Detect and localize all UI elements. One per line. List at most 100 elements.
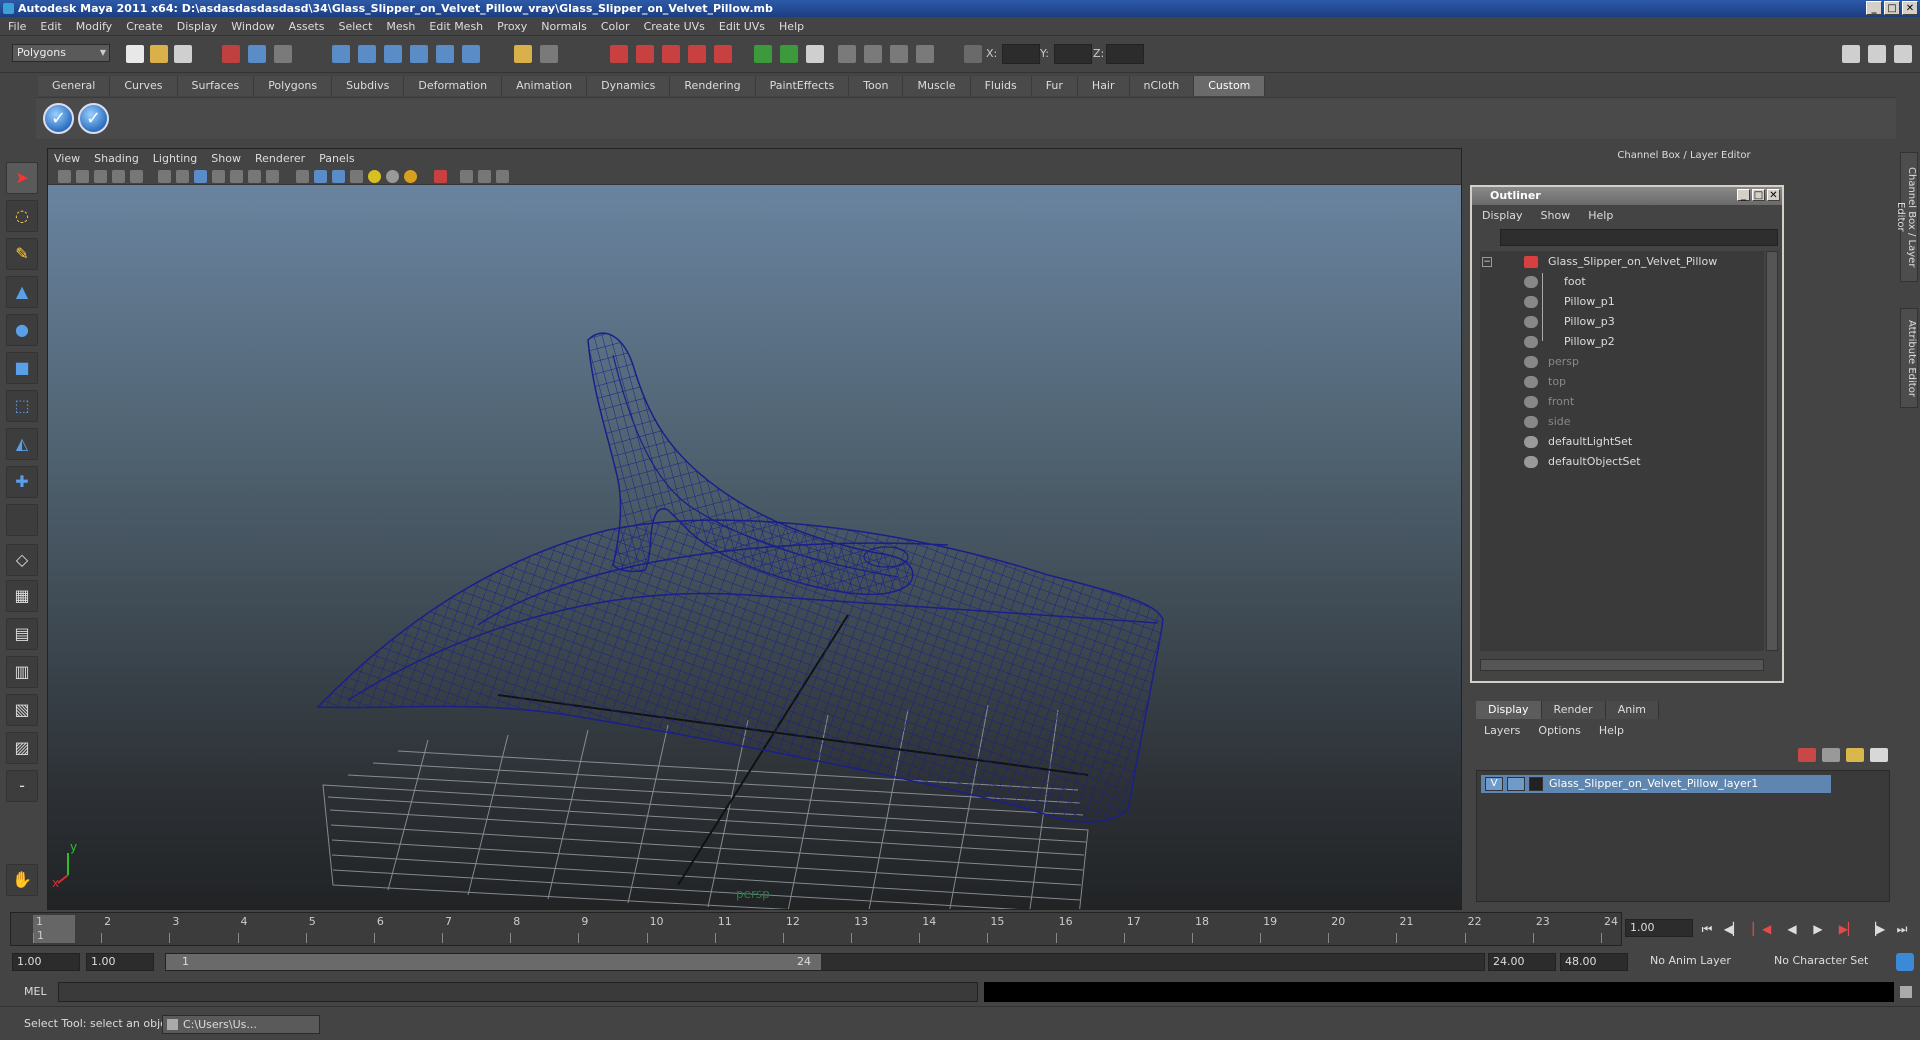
- show-hide-tool-settings-icon[interactable]: [780, 45, 798, 63]
- hardware-texturing-icon[interactable]: [404, 170, 417, 183]
- backface-culling-icon[interactable]: [496, 170, 509, 183]
- anim-layer-selector[interactable]: No Anim Layer: [1646, 953, 1758, 971]
- layout-hypershade-icon[interactable]: ▧: [6, 694, 38, 726]
- menu-help[interactable]: Help: [779, 20, 804, 33]
- outliner-menu-help[interactable]: Help: [1588, 209, 1613, 222]
- menu-edit[interactable]: Edit: [40, 20, 61, 33]
- menu-window[interactable]: Window: [231, 20, 274, 33]
- shelf-tab-animation[interactable]: Animation: [502, 76, 588, 96]
- outliner-menu-display[interactable]: Display: [1482, 209, 1523, 222]
- menu-modify[interactable]: Modify: [76, 20, 112, 33]
- layer-row[interactable]: V Glass_Slipper_on_Velvet_Pillow_layer1: [1481, 775, 1831, 793]
- animation-start-field[interactable]: 1.00: [12, 953, 80, 971]
- viewport-menu-view[interactable]: View: [54, 152, 80, 165]
- y-field[interactable]: [1054, 44, 1092, 64]
- select-by-hierarchy-icon[interactable]: [222, 45, 240, 63]
- layout-outliner-persp-icon[interactable]: ▤: [6, 618, 38, 650]
- snap-curve-icon[interactable]: [358, 45, 376, 63]
- menu-assets[interactable]: Assets: [289, 20, 325, 33]
- xray-joints-icon[interactable]: [478, 170, 491, 183]
- move-tool-icon[interactable]: ▲: [6, 276, 38, 308]
- shelf-tab-dynamics[interactable]: Dynamics: [587, 76, 671, 96]
- viewport-menu-shading[interactable]: Shading: [94, 152, 139, 165]
- snap-grid-icon[interactable]: [332, 45, 350, 63]
- auto-key-icon[interactable]: [1896, 953, 1914, 971]
- shelf-tab-polygons[interactable]: Polygons: [254, 76, 333, 96]
- layout-single-pane-icon[interactable]: ◇: [6, 544, 38, 576]
- layout-menu-icon[interactable]: -: [6, 770, 38, 802]
- outliner-item[interactable]: front: [1480, 393, 1760, 411]
- use-all-lights-icon[interactable]: [368, 170, 381, 183]
- snap-surface-icon[interactable]: [436, 45, 454, 63]
- layer-menu-help[interactable]: Help: [1599, 724, 1624, 737]
- channel-box-toggle-icon[interactable]: [806, 45, 824, 63]
- menu-create[interactable]: Create: [126, 20, 163, 33]
- isolate-select-icon[interactable]: [434, 170, 447, 183]
- collapse-toggle-icon[interactable]: −: [1482, 257, 1492, 267]
- grid-toggle-icon[interactable]: [890, 45, 908, 63]
- outliner-item[interactable]: − Glass_Slipper_on_Velvet_Pillow: [1480, 253, 1760, 271]
- step-forward-frame-icon[interactable]: ▕▶: [1866, 920, 1886, 938]
- layer-tab-render[interactable]: Render: [1541, 701, 1606, 719]
- range-slider-handle[interactable]: 1 24: [166, 954, 821, 970]
- shelf-tab-painteffects[interactable]: PaintEffects: [755, 76, 850, 96]
- layout-attribute-icon[interactable]: [1868, 45, 1886, 63]
- outliner-item[interactable]: Pillow_p1: [1480, 293, 1760, 311]
- show-hide-attribute-editor-icon[interactable]: [754, 45, 772, 63]
- gate-mask-icon[interactable]: [212, 170, 225, 183]
- layer-visibility-toggle[interactable]: V: [1485, 777, 1503, 791]
- soft-modification-icon[interactable]: ◭: [6, 428, 38, 460]
- menu-edit-uvs[interactable]: Edit UVs: [719, 20, 765, 33]
- layout-channel-box-icon[interactable]: [1894, 45, 1912, 63]
- film-gate-icon[interactable]: [176, 170, 189, 183]
- shelf-tab-general[interactable]: General: [38, 76, 111, 96]
- smooth-shade-icon[interactable]: [314, 170, 327, 183]
- minimize-button[interactable]: _: [1866, 1, 1882, 15]
- outliner-maximize-button[interactable]: □: [1752, 189, 1765, 201]
- outliner-item[interactable]: persp: [1480, 353, 1760, 371]
- ipr-render-icon[interactable]: [636, 45, 654, 63]
- transform-input-icon[interactable]: [964, 45, 982, 63]
- select-tool-icon[interactable]: ➤: [6, 162, 38, 194]
- outliner-close-button[interactable]: ✕: [1767, 189, 1780, 201]
- shelf-tab-hair[interactable]: Hair: [1077, 76, 1130, 96]
- step-forward-key-icon[interactable]: ▶▏: [1838, 920, 1858, 938]
- layer-menu-options[interactable]: Options: [1538, 724, 1580, 737]
- layer-tab-anim[interactable]: Anim: [1605, 701, 1659, 719]
- range-slider[interactable]: 1 24: [165, 953, 1485, 971]
- input-icon[interactable]: [540, 45, 558, 63]
- shelf-tab-custom[interactable]: Custom: [1194, 76, 1266, 96]
- camera-icon[interactable]: [838, 45, 856, 63]
- shelf-tab-rendering[interactable]: Rendering: [670, 76, 756, 96]
- render-settings-icon[interactable]: [662, 45, 680, 63]
- go-to-end-icon[interactable]: ⏭: [1892, 920, 1912, 938]
- menu-edit-mesh[interactable]: Edit Mesh: [429, 20, 483, 33]
- resolution-gate-icon[interactable]: [916, 45, 934, 63]
- layer-color-swatch[interactable]: [1529, 777, 1543, 791]
- side-tab-attribute-editor[interactable]: Attribute Editor: [1900, 308, 1918, 408]
- perspective-viewport[interactable]: View Shading Lighting Show Renderer Pane…: [47, 148, 1462, 910]
- image-plane-icon[interactable]: [864, 45, 882, 63]
- safe-action-icon[interactable]: [248, 170, 261, 183]
- minimized-window-button[interactable]: C:\Users\Us...: [162, 1015, 320, 1034]
- layer-tab-display[interactable]: Display: [1476, 701, 1542, 719]
- outliner-vertical-scrollbar[interactable]: [1766, 251, 1778, 651]
- lasso-tool-icon[interactable]: ◌: [6, 200, 38, 232]
- select-by-component-icon[interactable]: [274, 45, 292, 63]
- render-current-frame-icon[interactable]: [610, 45, 628, 63]
- time-slider[interactable]: 1 1 2 3 4 5 6 7 8 9 10 11 12 13 14 15 16 17 18 19 20 21 22 23 2…: [10, 912, 1622, 946]
- lock-icon[interactable]: [514, 45, 532, 63]
- shelf-tab-fluids[interactable]: Fluids: [970, 76, 1032, 96]
- layer-display-type-toggle[interactable]: [1507, 777, 1525, 791]
- snap-point-icon[interactable]: [384, 45, 402, 63]
- outliner-item[interactable]: Pillow_p3: [1480, 313, 1760, 331]
- command-input[interactable]: [58, 982, 978, 1002]
- create-layer-from-selected-icon[interactable]: [1870, 748, 1888, 762]
- grid-icon[interactable]: [158, 170, 171, 183]
- resolution-gate-toggle-icon[interactable]: [194, 170, 207, 183]
- paint-select-tool-icon[interactable]: ✎: [6, 238, 38, 270]
- shelf-tab-muscle[interactable]: Muscle: [903, 76, 971, 96]
- history-icon[interactable]: [462, 45, 480, 63]
- layout-four-pane-icon[interactable]: ▦: [6, 580, 38, 612]
- menu-file[interactable]: File: [8, 20, 26, 33]
